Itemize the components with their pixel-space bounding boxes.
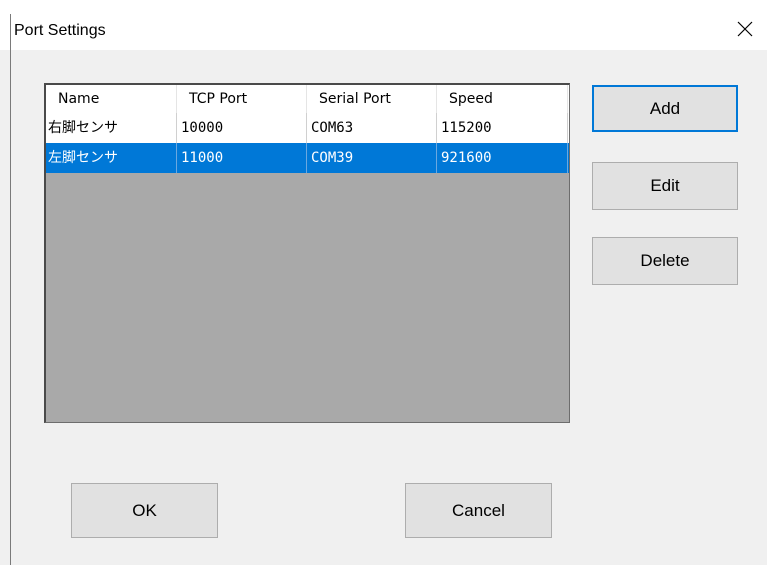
close-icon bbox=[737, 21, 753, 41]
window-title: Port Settings bbox=[14, 22, 106, 39]
cell-speed: 115200 bbox=[437, 113, 568, 143]
column-header-serial-port[interactable]: Serial Port bbox=[307, 85, 437, 113]
cell-serial-port: COM63 bbox=[307, 113, 437, 143]
port-list[interactable]: Name TCP Port Serial Port Speed 右脚センサ 10… bbox=[44, 83, 570, 423]
column-header-speed[interactable]: Speed bbox=[437, 85, 568, 113]
title-bar: Port Settings bbox=[0, 0, 767, 50]
cancel-button[interactable]: Cancel bbox=[405, 483, 552, 538]
column-header-name[interactable]: Name bbox=[46, 85, 177, 113]
edit-button[interactable]: Edit bbox=[592, 162, 738, 210]
close-button[interactable] bbox=[723, 14, 767, 48]
cell-serial-port: COM39 bbox=[307, 143, 437, 173]
cell-name: 左脚センサ bbox=[46, 143, 177, 173]
list-row-selected[interactable]: 左脚センサ 11000 COM39 921600 bbox=[46, 143, 569, 173]
ok-button[interactable]: OK bbox=[71, 483, 218, 538]
delete-button[interactable]: Delete bbox=[592, 237, 738, 285]
list-header: Name TCP Port Serial Port Speed bbox=[46, 85, 569, 113]
cell-tcp-port: 10000 bbox=[177, 113, 307, 143]
cell-name: 右脚センサ bbox=[46, 113, 177, 143]
add-button[interactable]: Add bbox=[592, 85, 738, 132]
port-settings-dialog: Port Settings Name TCP Port Serial Port … bbox=[0, 0, 767, 565]
list-row[interactable]: 右脚センサ 10000 COM63 115200 bbox=[46, 113, 569, 143]
window-left-border bbox=[10, 14, 11, 565]
cell-speed: 921600 bbox=[437, 143, 568, 173]
column-header-tcp-port[interactable]: TCP Port bbox=[177, 85, 307, 113]
cell-tcp-port: 11000 bbox=[177, 143, 307, 173]
